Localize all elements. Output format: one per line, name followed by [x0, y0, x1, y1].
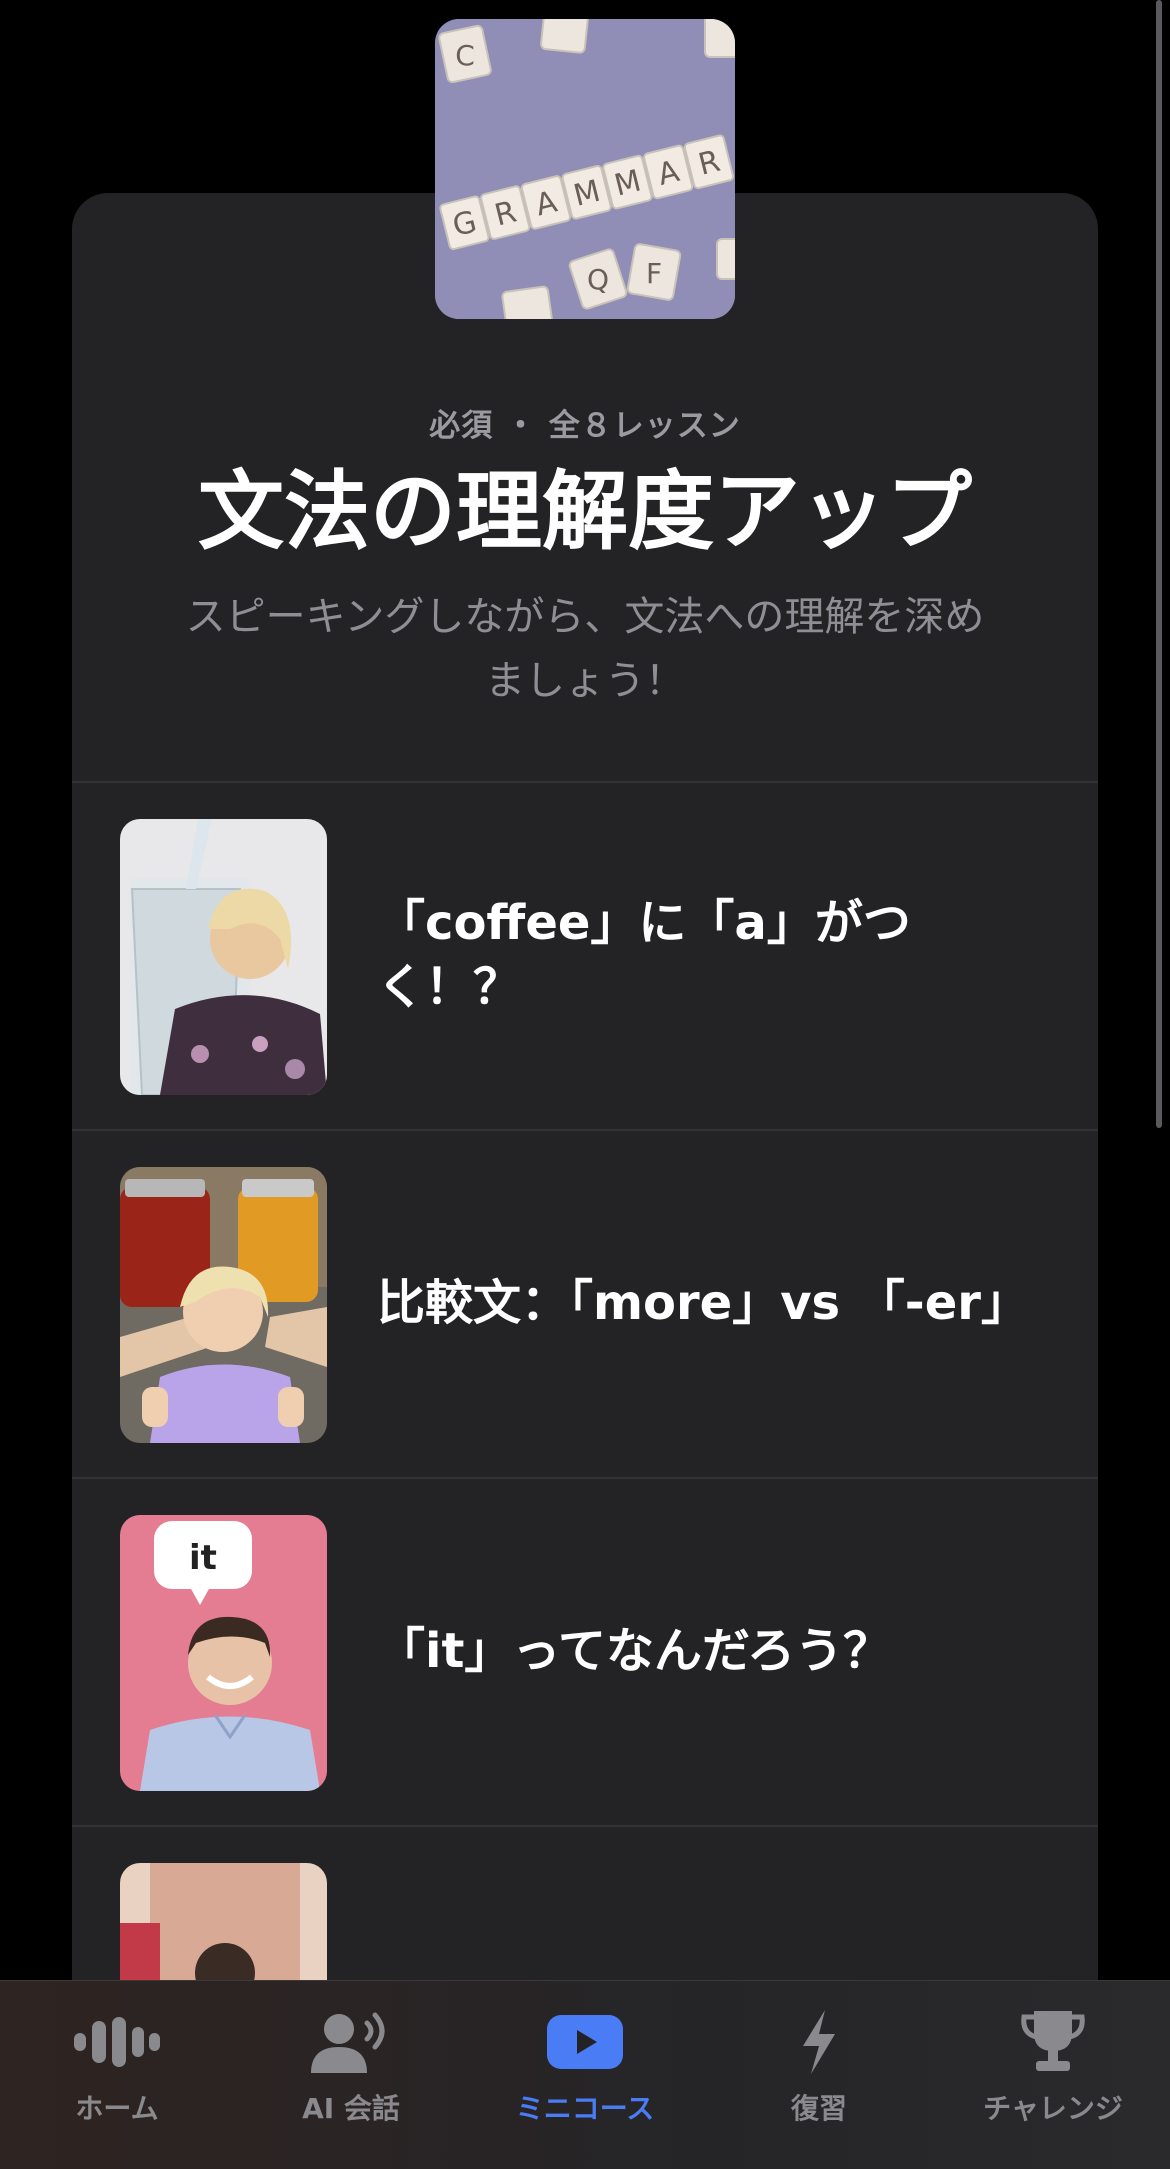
lesson-title: 比較文：「more」vs 「-er」 — [377, 1274, 1029, 1331]
lesson-item[interactable]: it 「it」ってなんだろう？ — [72, 1478, 1098, 1823]
trophy-icon — [1008, 2007, 1098, 2077]
lesson-item[interactable]: 「coffee」に「a」がつく！？ — [72, 782, 1098, 1127]
lesson-thumbnail — [120, 819, 327, 1095]
tab-label: ミニコース — [515, 2092, 655, 2125]
lesson-title: 「coffee」に「a」がつく！？ — [377, 894, 911, 1015]
tab-label: AI 会話 — [302, 2092, 400, 2125]
play-icon — [540, 2007, 630, 2077]
bottom-tab-bar: ホーム AI 会話 ミニコース 復習 チャレンジ — [0, 1980, 1170, 2169]
tab-label: 復習 — [790, 2092, 847, 2125]
waveform-icon — [72, 2007, 162, 2077]
lesson-thumbnail — [120, 1167, 327, 1443]
lesson-item[interactable]: 比較文：「more」vs 「-er」 — [72, 1130, 1098, 1475]
course-meta: 必須 ・ 全８レッスン — [429, 408, 741, 444]
tab-ai-conversation[interactable]: AI 会話 — [234, 1981, 468, 2169]
lesson-title: 「it」ってなんだろう？ — [377, 1622, 892, 1679]
mini-course-screen: G R A M M A R Q F C 必須 ・ 全８レッスン 文法の理解度アッ… — [0, 0, 1170, 2169]
tab-challenge[interactable]: チャレンジ — [936, 1981, 1170, 2169]
speech-bubble-text: it — [189, 1538, 217, 1578]
person-speaking-icon — [306, 2007, 396, 2077]
tab-home[interactable]: ホーム — [0, 1981, 234, 2169]
course-title: 文法の理解度アップ — [198, 462, 972, 562]
tab-label: チャレンジ — [983, 2092, 1123, 2125]
lightning-icon — [774, 2007, 864, 2077]
tab-label: ホーム — [75, 2092, 159, 2125]
lesson-thumbnail: it — [120, 1515, 327, 1791]
tab-mini-course[interactable]: ミニコース — [468, 1981, 702, 2169]
svg-text:Q: Q — [587, 263, 609, 296]
course-subtitle: スピーキングしながら、文法への理解を深めましょう！ — [185, 594, 985, 704]
svg-text:C: C — [455, 39, 475, 72]
svg-text:F: F — [646, 257, 662, 290]
tab-review[interactable]: 復習 — [702, 1981, 936, 2169]
scroll-indicator[interactable] — [1156, 0, 1162, 1128]
course-hero-image: G R A M M A R Q F C — [435, 19, 735, 319]
